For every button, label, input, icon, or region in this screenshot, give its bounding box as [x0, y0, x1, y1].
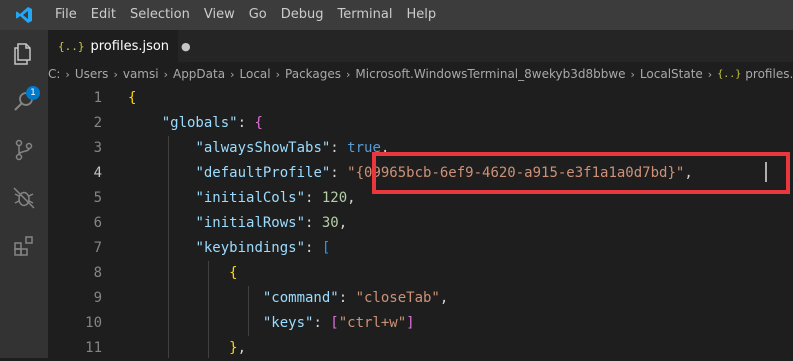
unsaved-dot-icon[interactable]: ● — [181, 40, 191, 53]
breadcrumb-localstate[interactable]: LocalState — [640, 67, 703, 81]
extensions-icon[interactable] — [0, 222, 48, 270]
json-file-icon: {..} — [717, 68, 742, 80]
line-number: 9 — [93, 290, 102, 306]
menu-go[interactable]: Go — [242, 0, 274, 30]
tab-strip: {..} profiles.json ● — [48, 30, 793, 62]
breadcrumb-users[interactable]: Users — [75, 67, 109, 81]
menu-file[interactable]: File — [48, 0, 84, 30]
breadcrumb-terminal-package[interactable]: Microsoft.WindowsTerminal_8wekyb3d8bbwe — [355, 67, 625, 81]
tab-profiles-json[interactable]: {..} profiles.json ● — [48, 30, 191, 62]
code-line-5: "initialCols": 120, — [195, 190, 356, 206]
line-number: 2 — [93, 115, 102, 131]
source-control-icon[interactable] — [0, 126, 48, 174]
json-file-icon: {..} — [58, 39, 85, 53]
explorer-badge: 1 — [26, 86, 40, 100]
debug-icon[interactable] — [0, 174, 48, 222]
line-number: 3 — [93, 140, 102, 156]
highlight-box — [372, 152, 790, 194]
code-line-9: "command": "closeTab", — [262, 290, 449, 306]
explorer-icon[interactable] — [0, 30, 48, 78]
chevron-right-icon: › — [163, 67, 168, 81]
chevron-right-icon: › — [630, 67, 635, 81]
breadcrumb-local[interactable]: Local — [240, 67, 271, 81]
menu-view[interactable]: View — [197, 0, 242, 30]
menu-bar: File Edit Selection View Go Debug Termin… — [48, 0, 443, 30]
chevron-right-icon: › — [346, 67, 351, 81]
line-number: 5 — [93, 190, 102, 206]
menu-debug[interactable]: Debug — [274, 0, 331, 30]
breadcrumb-packages[interactable]: Packages — [285, 67, 341, 81]
line-number: 6 — [93, 215, 102, 231]
code-line-7: "keybindings": [ — [195, 240, 331, 256]
chevron-right-icon: › — [275, 67, 281, 81]
code-line-8: { — [229, 265, 238, 281]
code-line-6: "initialRows": 30, — [195, 215, 348, 231]
code-line-1: { — [128, 90, 137, 106]
line-number: 10 — [85, 315, 102, 331]
line-number: 8 — [93, 265, 102, 281]
chevron-right-icon: › — [230, 67, 235, 81]
breadcrumb-file[interactable]: profiles.json — [745, 67, 793, 81]
chevron-right-icon: › — [113, 67, 118, 81]
search-icon[interactable] — [0, 78, 48, 126]
vscode-logo-icon — [0, 0, 48, 30]
line-number: 7 — [93, 240, 102, 256]
breadcrumb-appdata[interactable]: AppData — [173, 67, 225, 81]
code-line-3: "alwaysShowTabs": true, — [195, 140, 390, 156]
code-line-2: "globals": { — [161, 115, 263, 131]
breadcrumb: C: › Users › vamsi › AppData › Local › P… — [48, 62, 793, 86]
tab-label: profiles.json — [90, 38, 170, 54]
line-number-gutter: 1 2 3 4 5 6 7 8 9 10 11 — [48, 86, 108, 358]
line-number: 11 — [85, 340, 102, 356]
line-number: 1 — [93, 90, 102, 106]
menu-terminal[interactable]: Terminal — [331, 0, 400, 30]
title-bar: File Edit Selection View Go Debug Termin… — [0, 0, 793, 30]
code-editor[interactable]: 1 2 3 4 5 6 7 8 9 10 11 { "globals": { "… — [48, 86, 793, 358]
menu-edit[interactable]: Edit — [84, 0, 123, 30]
text-cursor — [765, 162, 767, 182]
code-line-11: }, — [229, 340, 247, 356]
menu-selection[interactable]: Selection — [123, 0, 197, 30]
code-line-10: "keys": ["ctrl+w"] — [262, 315, 415, 331]
breadcrumb-user[interactable]: vamsi — [123, 67, 159, 81]
line-number-active: 4 — [93, 165, 102, 181]
activity-bar: 1 — [0, 30, 48, 358]
breadcrumb-drive[interactable]: C: — [48, 67, 60, 81]
menu-help[interactable]: Help — [399, 0, 443, 30]
chevron-right-icon: › — [707, 67, 713, 81]
chevron-right-icon: › — [65, 67, 70, 81]
